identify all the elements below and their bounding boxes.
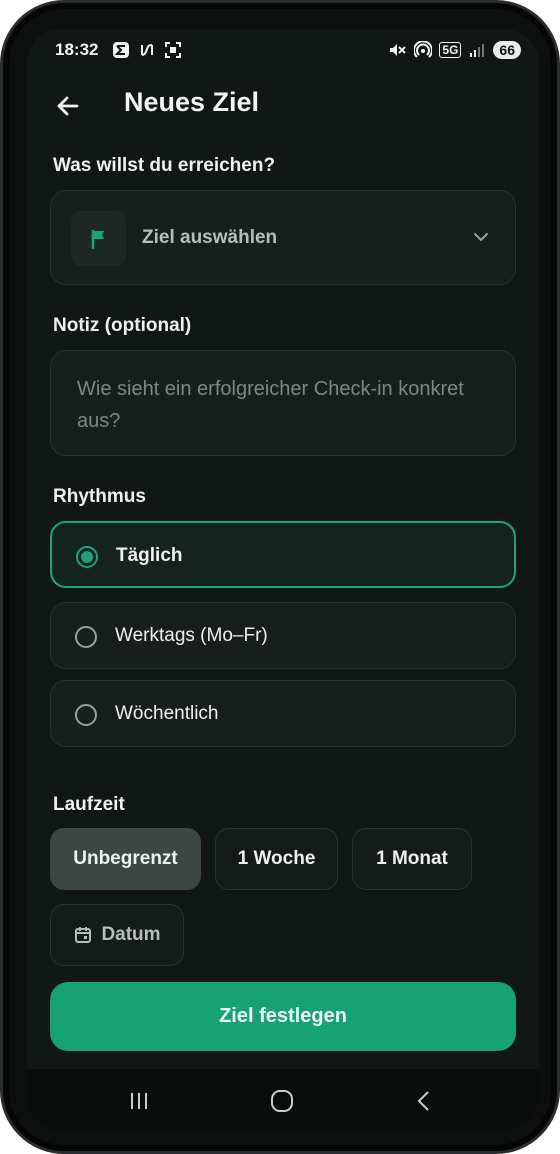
rhythm-option-weekly[interactable]: Wöchentlich — [50, 680, 516, 747]
set-goal-button[interactable]: Ziel festlegen — [50, 982, 516, 1051]
rhythm-option-label: Wöchentlich — [115, 703, 219, 724]
flag-icon — [91, 229, 104, 249]
note-placeholder: Wie sieht ein erfolgreicher Check-in kon… — [77, 378, 464, 432]
mute-icon — [387, 40, 407, 60]
flag-icon-box — [71, 211, 126, 266]
rhythm-label: Rhythmus — [53, 486, 146, 507]
status-bar: 18:32 5G 66 — [27, 29, 539, 71]
recent-apps-icon[interactable] — [119, 1087, 159, 1115]
note-field[interactable]: Wie sieht ein erfolgreicher Check-in kon… — [50, 350, 516, 456]
signal-icon — [467, 40, 487, 60]
screenshot-notification-icon — [163, 40, 183, 60]
phone-frame: 18:32 5G 66 Neues Ziel Was willst du err… — [0, 0, 560, 1154]
rhythm-option-weekdays[interactable]: Werktags (Mo–Fr) — [50, 602, 516, 669]
chip-one-week[interactable]: 1 Woche — [215, 828, 338, 890]
goal-select[interactable]: Ziel auswählen — [50, 190, 516, 285]
rhythm-option-daily[interactable]: Täglich — [50, 521, 516, 588]
goal-select-value: Ziel auswählen — [142, 227, 278, 248]
battery-indicator: 66 — [493, 41, 521, 59]
rhythm-option-label: Täglich — [116, 545, 183, 566]
rhythm-option-label: Werktags (Mo–Fr) — [115, 625, 268, 646]
home-icon[interactable] — [262, 1087, 302, 1115]
page-title: Neues Ziel — [124, 87, 260, 117]
goal-label: Was willst du erreichen? — [53, 155, 276, 176]
screen: 18:32 5G 66 Neues Ziel Was willst du err… — [27, 29, 539, 1131]
notification-icons — [111, 40, 183, 60]
chip-date[interactable]: Datum — [50, 904, 184, 966]
status-time: 18:32 — [55, 40, 99, 59]
calendar-icon — [75, 927, 92, 943]
arrow-left-icon[interactable] — [51, 89, 85, 123]
system-nav-bar — [27, 1069, 539, 1131]
radio-icon — [75, 626, 97, 648]
chevron-down-icon — [471, 227, 491, 252]
app-notification-icon — [111, 40, 131, 60]
note-label: Notiz (optional) — [53, 315, 192, 336]
back-nav-icon[interactable] — [404, 1087, 444, 1115]
app-bar: Neues Ziel — [27, 83, 539, 127]
system-icons: 5G 66 — [387, 40, 521, 60]
link-notification-icon — [137, 40, 157, 60]
hotspot-icon — [413, 40, 433, 60]
network-5g-label: 5G — [439, 42, 462, 58]
chip-unlimited[interactable]: Unbegrenzt — [50, 828, 201, 890]
chip-date-label: Datum — [101, 924, 161, 945]
chip-one-month[interactable]: 1 Monat — [352, 828, 472, 890]
radio-selected-icon — [76, 546, 98, 568]
duration-label: Laufzeit — [53, 794, 125, 815]
radio-icon — [75, 704, 97, 726]
